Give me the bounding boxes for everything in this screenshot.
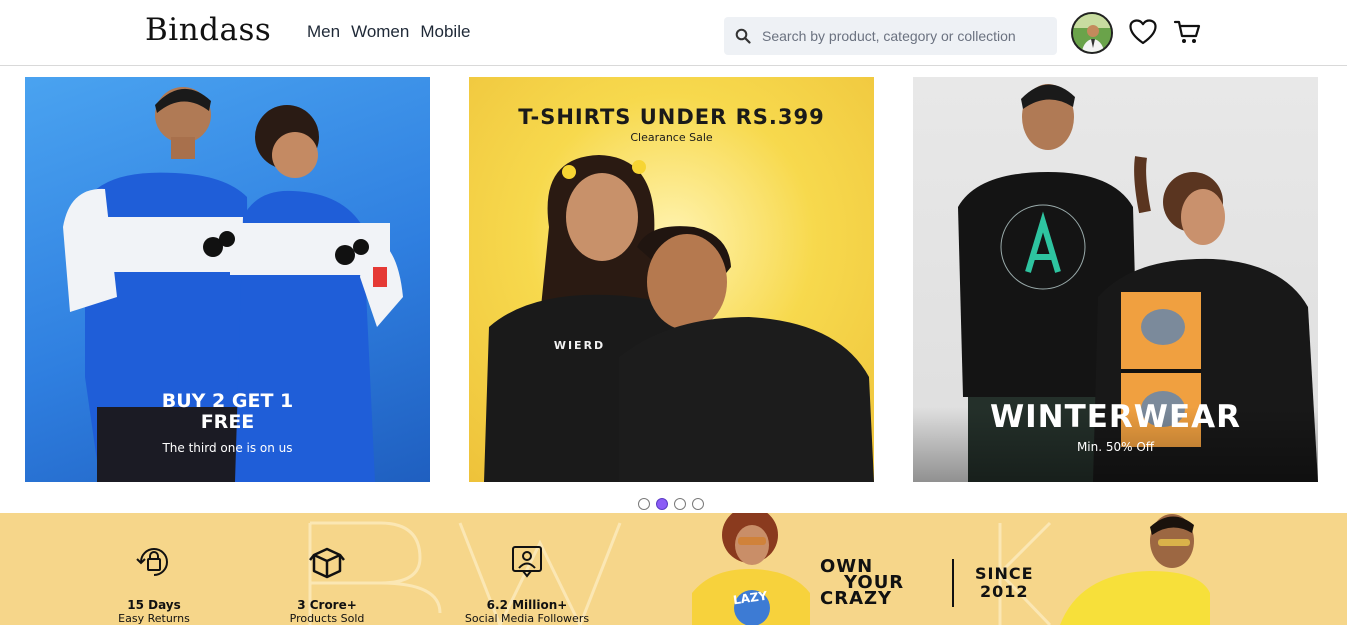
tagline-line3: CRAZY (820, 588, 893, 609)
slide-title: T-SHIRTS UNDER RS.399 (518, 105, 825, 129)
slide-subtitle: Min. 50% Off (1076, 440, 1155, 454)
slide-subtitle: Clearance Sale (630, 131, 713, 144)
profile-frame-icon (506, 541, 548, 583)
cart-icon[interactable] (1172, 17, 1202, 47)
slide-subtitle: The third one is on us (162, 441, 293, 455)
slide-title: BUY 2 GET 1 FREE (25, 391, 430, 433)
shirt-print: WIERD (553, 339, 606, 352)
search-bar[interactable] (724, 17, 1057, 55)
site-header: Bindass Men Women Mobile (0, 0, 1347, 66)
banner-tagline: OWN YOUR CRAZY (820, 558, 904, 609)
carousel-dots (638, 498, 704, 510)
feature-subtitle: Social Media Followers (464, 612, 590, 625)
banner-model-woman (692, 513, 810, 625)
box-icon (306, 541, 348, 583)
brand-banner: 15 Days Easy Returns 3 Crore+ Products S… (0, 513, 1347, 625)
banner-since: SINCE 2012 (975, 565, 1034, 601)
carousel-slide-tshirts[interactable]: T-SHIRTS UNDER RS.399 Clearance Sale WIE… (469, 77, 874, 482)
carousel-dot-3[interactable] (674, 498, 686, 510)
carousel-dot-1[interactable] (638, 498, 650, 510)
carousel-dot-2[interactable] (656, 498, 668, 510)
banner-model-man (1060, 514, 1210, 625)
feature-title: 15 Days (127, 598, 181, 612)
nav-mobile[interactable]: Mobile (420, 22, 470, 42)
banner-divider (952, 559, 954, 607)
since-year: 2012 (980, 582, 1029, 601)
carousel-dot-4[interactable] (692, 498, 704, 510)
heart-icon[interactable] (1128, 17, 1158, 47)
search-icon[interactable] (724, 17, 762, 55)
slide-title-line2: FREE (200, 411, 255, 433)
nav-men[interactable]: Men (307, 22, 340, 42)
main-nav: Men Women Mobile (307, 22, 470, 42)
feature-title: 3 Crore+ (297, 598, 357, 612)
returns-bag-icon (133, 541, 175, 583)
feature-products-sold: 3 Crore+ Products Sold (277, 541, 377, 625)
since-label: SINCE (975, 564, 1034, 583)
carousel-slide-winterwear[interactable]: WINTERWEAR Min. 50% Off (913, 77, 1318, 482)
slide-title-line1: BUY 2 GET 1 (161, 390, 294, 412)
slide-title: WINTERWEAR (989, 399, 1242, 435)
search-input[interactable] (762, 28, 1042, 44)
avatar[interactable] (1071, 12, 1113, 54)
nav-women[interactable]: Women (351, 22, 409, 42)
carousel-slide-buy2get1[interactable]: BUY 2 GET 1 FREE The third one is on us (25, 77, 430, 482)
feature-title: 6.2 Million+ (486, 598, 568, 612)
brand-logo[interactable]: Bindass (145, 12, 271, 48)
feature-subtitle: Products Sold (289, 612, 365, 625)
feature-subtitle: Easy Returns (118, 612, 190, 625)
feature-returns: 15 Days Easy Returns (104, 541, 204, 625)
feature-followers: 6.2 Million+ Social Media Followers (452, 541, 602, 625)
